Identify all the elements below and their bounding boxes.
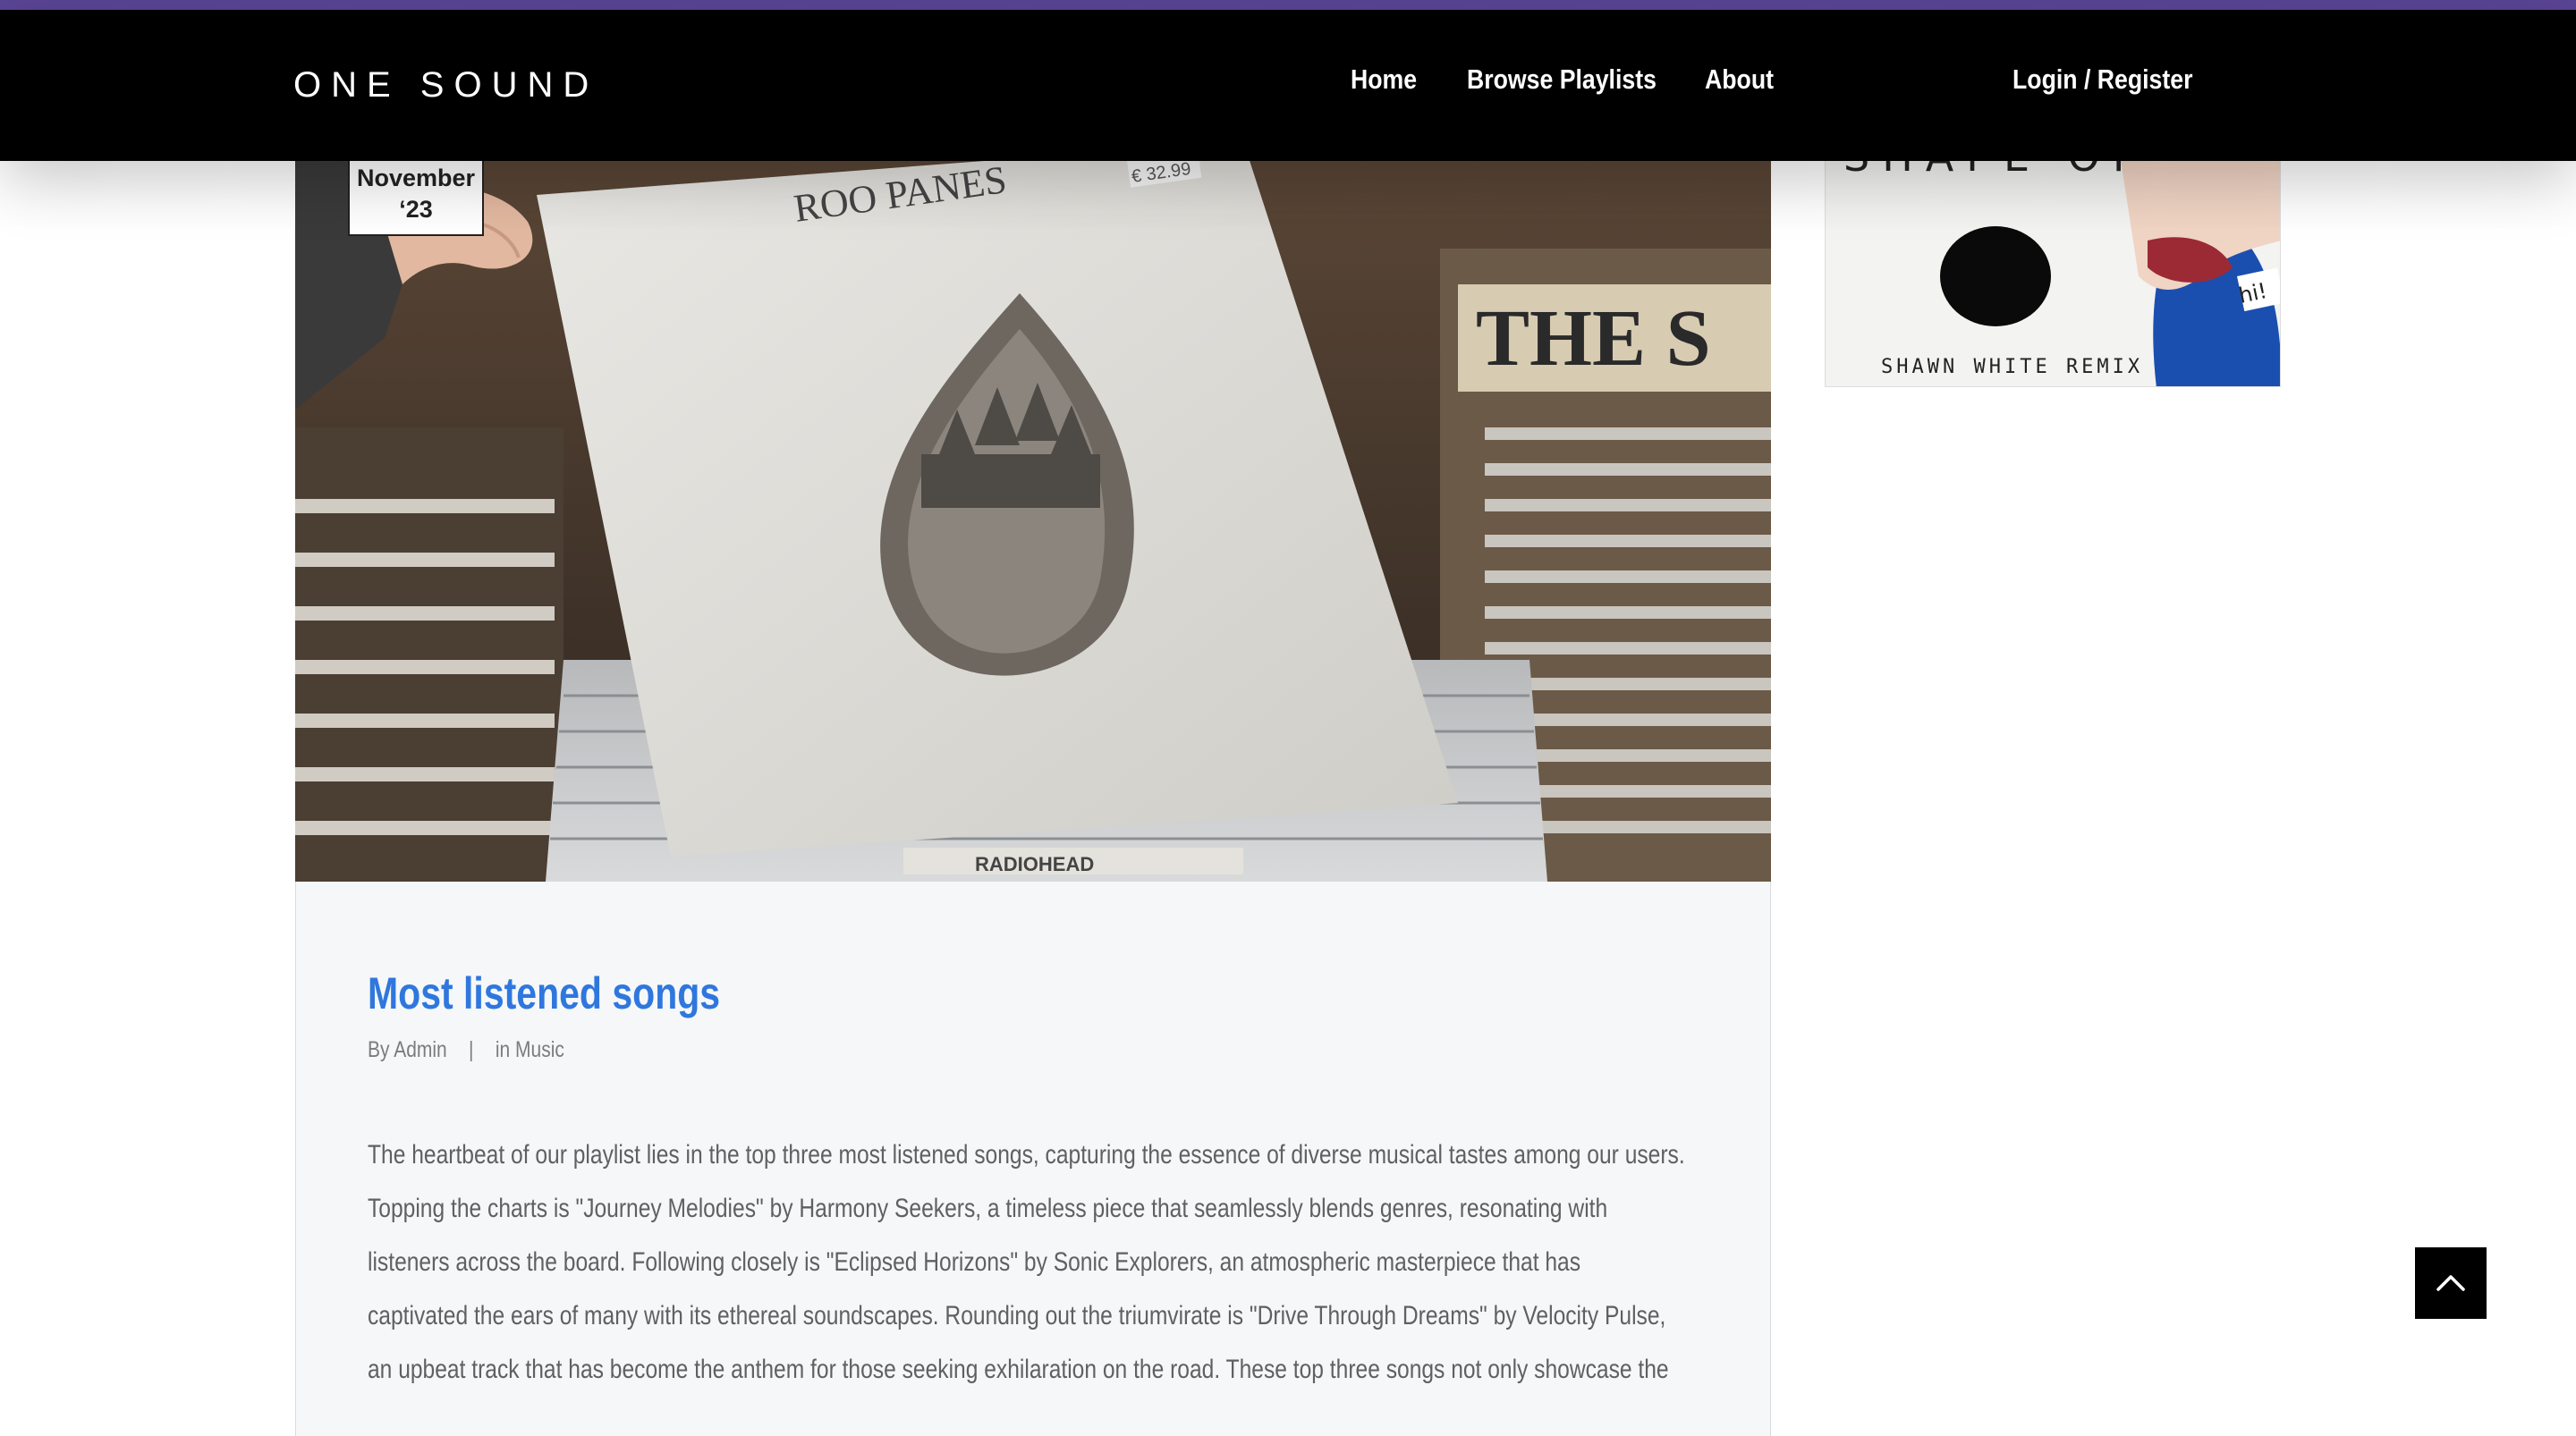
chevron-up-icon (2436, 1275, 2465, 1291)
nav-browse-playlists[interactable]: Browse Playlists (1467, 63, 1657, 96)
record-crate-illustration: THE S RADIOHEAD ROO PANES € 32.99 (295, 159, 1771, 882)
post-body-line: listeners across the board. Following cl… (368, 1247, 1581, 1277)
post-featured-image[interactable]: THE S RADIOHEAD ROO PANES € 32.99 (295, 159, 1771, 882)
post-title[interactable]: Most listened songs (368, 967, 720, 1019)
post-body-line: The heartbeat of our playlist lies in th… (368, 1140, 1685, 1170)
nav-about[interactable]: About (1705, 63, 1774, 96)
nav-home[interactable]: Home (1351, 63, 1417, 96)
post-body-line: Topping the charts is "Journey Melodies"… (368, 1194, 1608, 1223)
divider-label: RADIOHEAD (975, 853, 1094, 875)
login-register-link[interactable]: Login / Register (2012, 63, 2192, 96)
post-author-link[interactable]: Admin (394, 1037, 447, 1062)
post-category-prefix: in (495, 1037, 511, 1062)
album-cover-subtitle: SHAWN WHITE REMIX (1881, 356, 2143, 378)
post-date-year: ‘23 (399, 196, 433, 223)
post-meta: By Admin | in Music (368, 1037, 564, 1063)
post-body-line: captivated the ears of many with its eth… (368, 1301, 1666, 1330)
crate-box-text: THE S (1476, 294, 1711, 383)
back-to-top-button[interactable] (2415, 1247, 2487, 1319)
header-accent-bar (0, 0, 2576, 10)
post-body-paragraph: The heartbeat of our playlist lies in th… (368, 1128, 1688, 1397)
post-meta-separator: | (469, 1037, 474, 1062)
post-category-link[interactable]: Music (515, 1037, 564, 1062)
post-body: The heartbeat of our playlist lies in th… (368, 1128, 1688, 1397)
site-logo[interactable]: ONE SOUND (293, 65, 598, 106)
post-date-badge: November ‘23 (348, 159, 484, 236)
site-header: ONE SOUND Home Browse Playlists About Lo… (0, 10, 2576, 161)
post-date-month: November (356, 165, 476, 191)
album-cover-art: SHAPE OF YOU hi! SHAWN WHITE REMIX (1826, 160, 2280, 386)
sidebar-album-cover[interactable]: SHAPE OF YOU hi! SHAWN WHITE REMIX (1825, 159, 2281, 387)
post-author-prefix: By (368, 1037, 390, 1062)
post-body-line: an upbeat track that has become the anth… (368, 1355, 1669, 1384)
